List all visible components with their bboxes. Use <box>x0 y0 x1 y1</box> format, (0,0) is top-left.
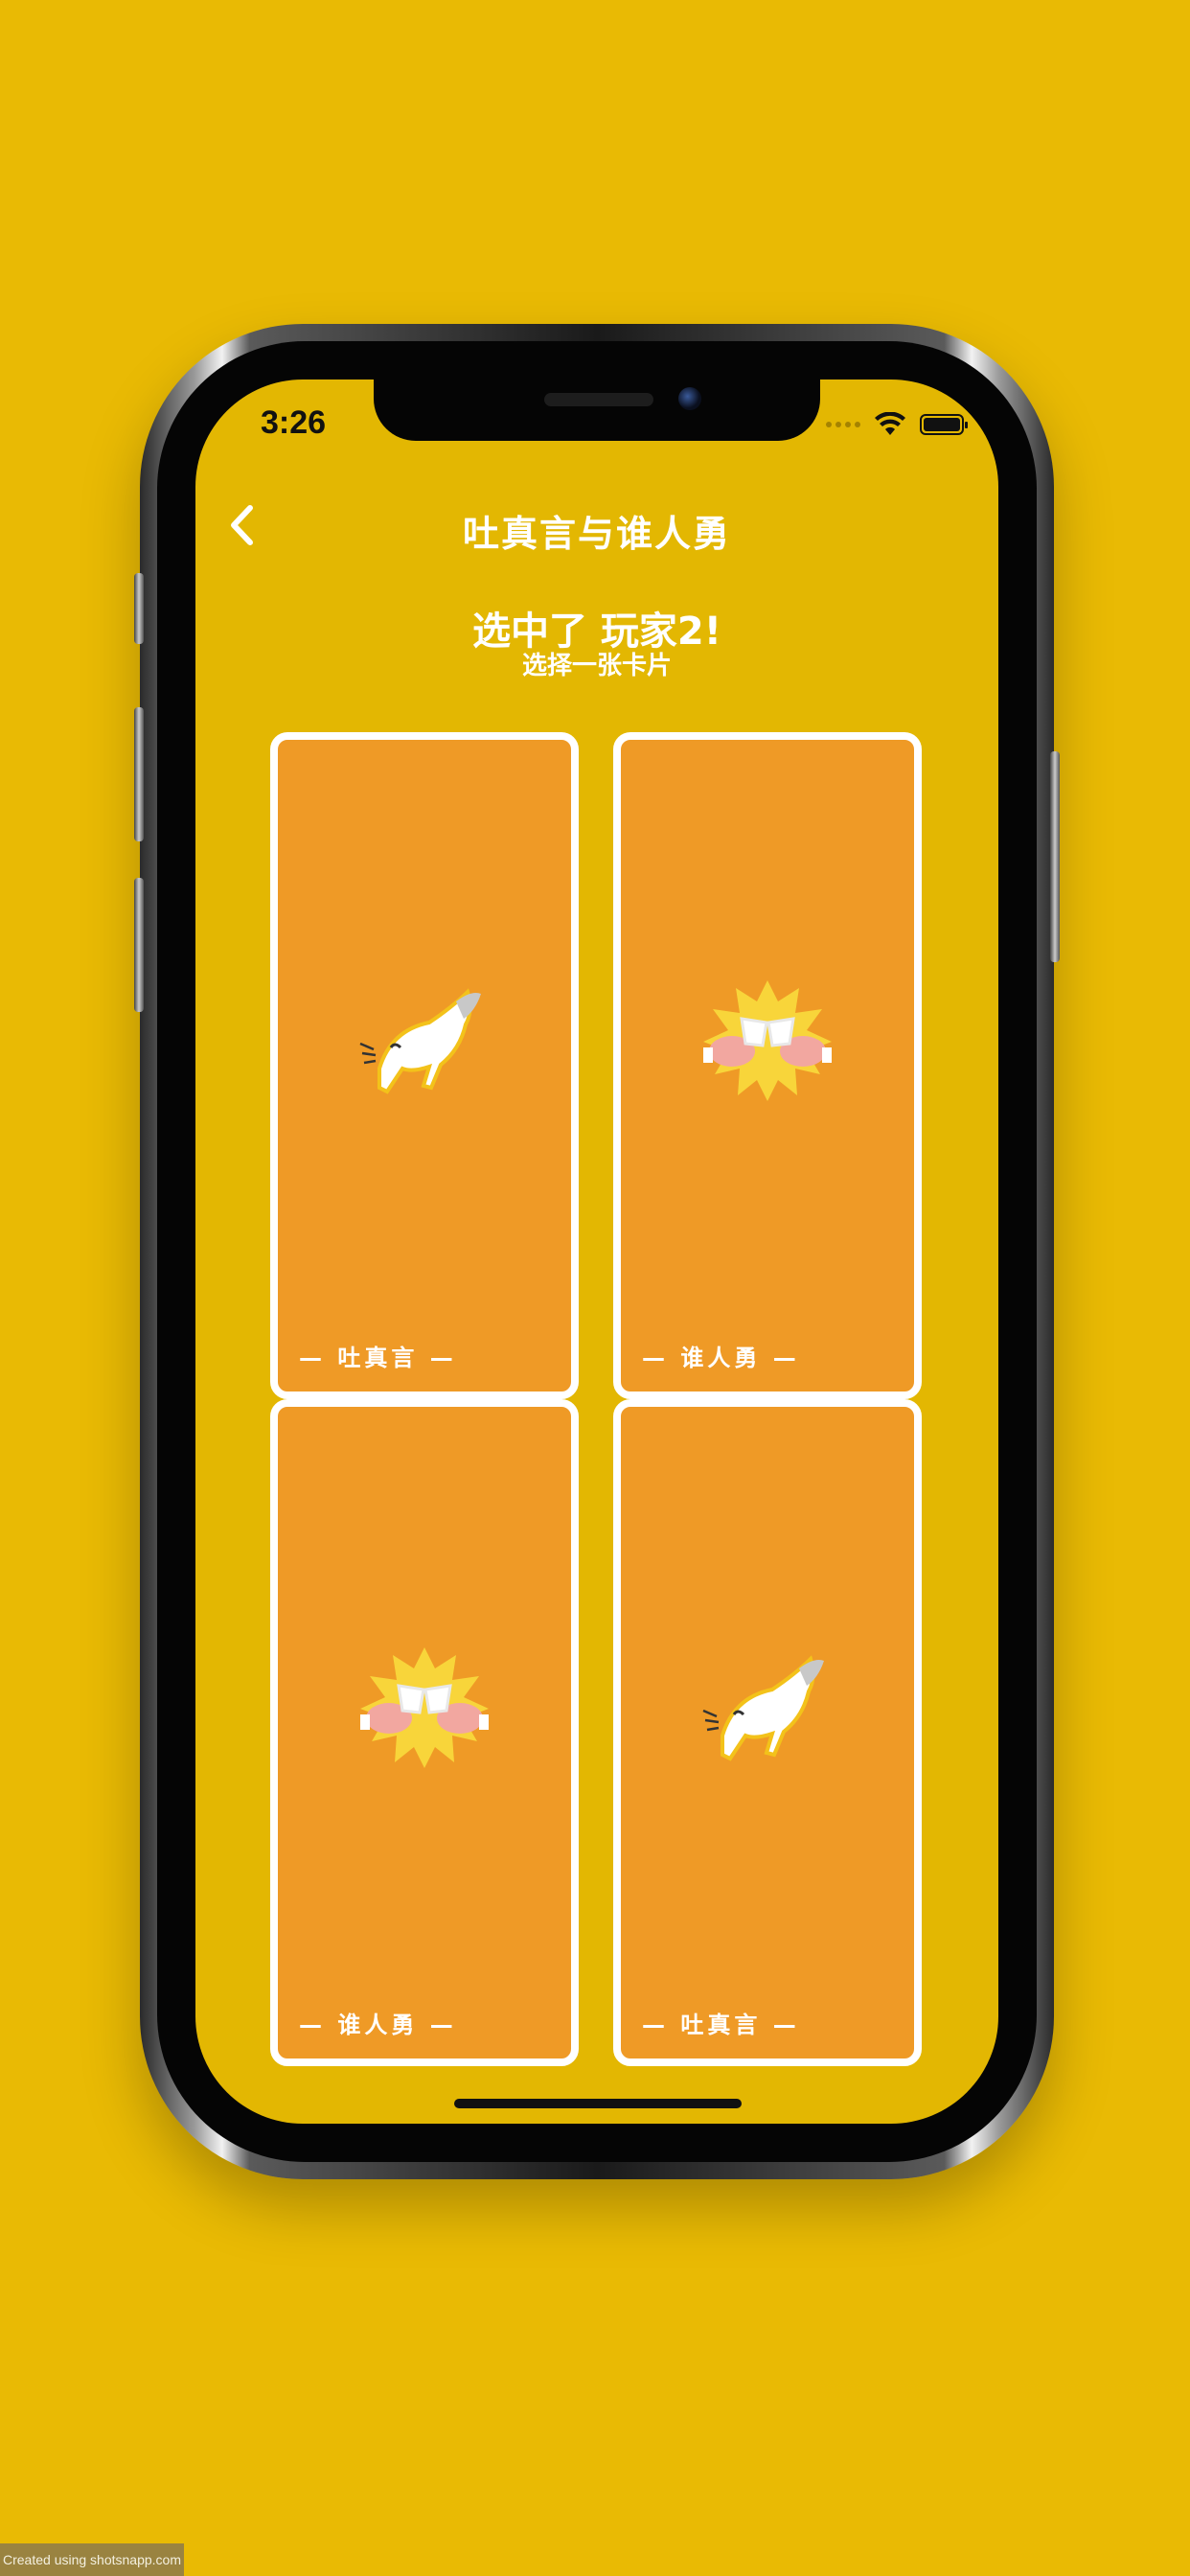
page-title: 吐真言与谁人勇 <box>462 513 731 555</box>
cheers-icon <box>360 1646 489 1768</box>
cheers-icon <box>703 979 832 1101</box>
volume-up-button <box>134 707 144 841</box>
card-label: — 吐真言 — <box>642 2012 800 2038</box>
card-truth-2[interactable]: — 吐真言 — <box>613 1399 922 2066</box>
choose-card-instruction: 选择一张卡片 <box>521 652 672 680</box>
card-dare-2[interactable]: — 谁人勇 — <box>270 1399 579 2066</box>
card-dare-1[interactable]: — 谁人勇 — <box>613 732 922 1399</box>
status-indicators <box>826 412 968 437</box>
card-label: — 吐真言 — <box>299 1345 457 1371</box>
app-screen: 3:26 吐真言与谁人勇 选中了 玩家2! 选择一张卡片 — 吐真言 — — 谁… <box>195 380 998 2124</box>
card-truth-1[interactable]: — 吐真言 — <box>270 732 579 1399</box>
volume-down-button <box>134 878 144 1012</box>
card-label: — 谁人勇 — <box>642 1345 800 1371</box>
wifi-icon <box>875 412 905 435</box>
cellular-signal-icon <box>826 422 860 427</box>
notch <box>374 380 820 441</box>
cat-icon <box>359 988 481 1094</box>
home-indicator[interactable] <box>454 2099 742 2108</box>
front-camera <box>678 387 701 410</box>
battery-icon <box>920 414 968 435</box>
silent-switch <box>134 573 144 644</box>
power-button <box>1050 751 1060 962</box>
cat-icon <box>702 1655 824 1761</box>
watermark: Created using shotsnapp.com <box>0 2543 184 2576</box>
card-label: — 谁人勇 — <box>299 2012 457 2038</box>
status-time: 3:26 <box>261 404 327 441</box>
speaker-grille <box>544 393 653 406</box>
